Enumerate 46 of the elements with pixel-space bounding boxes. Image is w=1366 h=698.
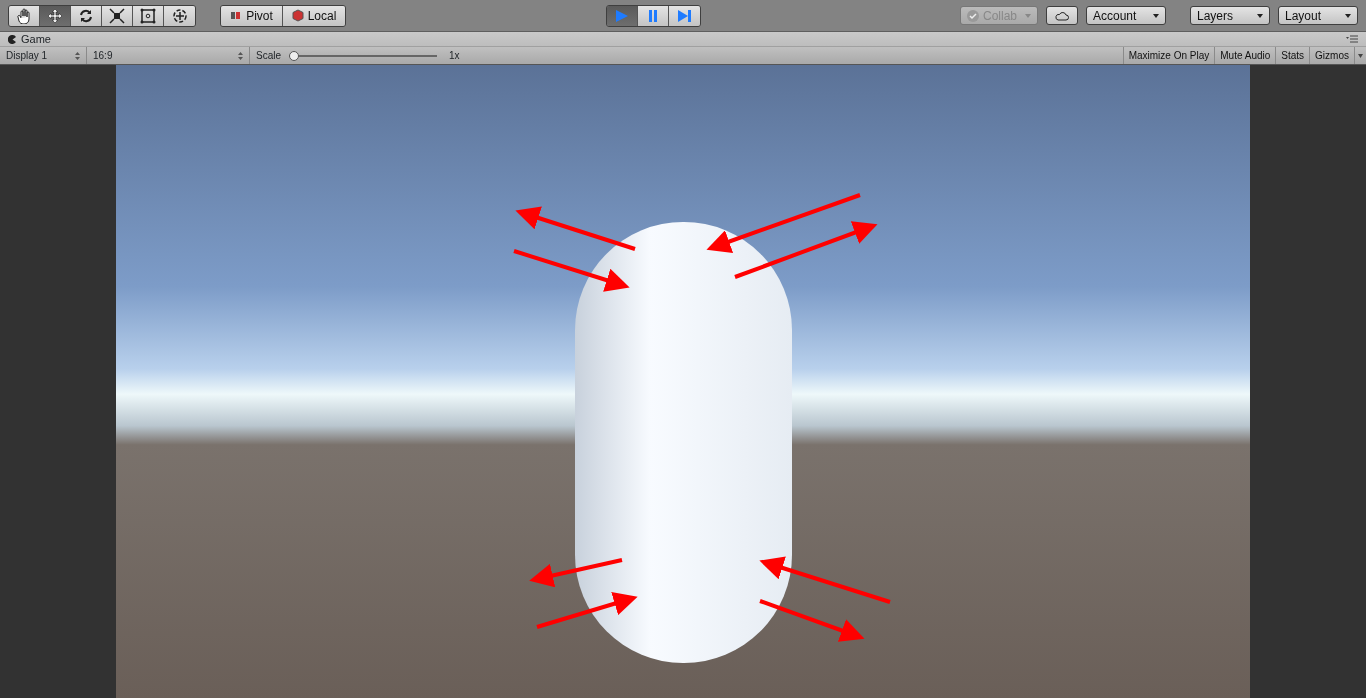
panel-menu-icon[interactable] bbox=[1346, 35, 1358, 43]
hand-icon bbox=[16, 7, 32, 24]
transform-tool-icon bbox=[171, 7, 188, 24]
scale-reading: 1x bbox=[449, 49, 460, 63]
toggle-button[interactable]: Stats bbox=[1275, 47, 1310, 64]
cube-icon bbox=[291, 9, 304, 22]
game-tab[interactable]: Game bbox=[8, 30, 51, 48]
caret-icon bbox=[1257, 13, 1263, 18]
step-icon bbox=[676, 7, 692, 24]
pacman-icon bbox=[8, 34, 17, 44]
handle-toggle-button[interactable]: Pivot bbox=[221, 5, 283, 26]
tool-button[interactable] bbox=[164, 5, 195, 26]
handle-toggle-button[interactable]: Local bbox=[283, 5, 345, 26]
check-circle-icon bbox=[967, 9, 979, 22]
layers-dropdown[interactable]: Layers bbox=[1190, 6, 1270, 25]
tool-button[interactable] bbox=[71, 5, 102, 26]
tool-button[interactable] bbox=[9, 5, 40, 26]
stepper-icon bbox=[238, 51, 243, 60]
stepper-icon bbox=[75, 51, 80, 60]
play-icon bbox=[613, 7, 630, 24]
rotate-icon bbox=[78, 7, 94, 24]
toggle-button[interactable]: Gizmos bbox=[1309, 47, 1354, 64]
cloud-button[interactable] bbox=[1046, 6, 1078, 25]
move-arrows-icon bbox=[47, 7, 63, 24]
cloud-icon bbox=[1055, 10, 1069, 21]
toggle-button[interactable]: Mute Audio bbox=[1214, 47, 1276, 64]
scale-label: Scale bbox=[256, 49, 281, 63]
playback-button[interactable] bbox=[668, 5, 700, 26]
rect-tool-icon bbox=[140, 7, 156, 24]
tool-button[interactable] bbox=[102, 5, 133, 26]
pivot-icon bbox=[230, 9, 243, 22]
caret-icon bbox=[1025, 13, 1031, 18]
scale-slider[interactable] bbox=[289, 50, 437, 61]
toggle-button[interactable]: Maximize On Play bbox=[1122, 47, 1215, 64]
playback-button[interactable] bbox=[637, 5, 669, 26]
aspect-dropdown[interactable]: 16:9 bbox=[87, 47, 250, 64]
tool-button[interactable] bbox=[40, 5, 71, 26]
display-dropdown[interactable]: Display 1 bbox=[0, 47, 87, 64]
tool-button[interactable] bbox=[133, 5, 164, 26]
scale-icon bbox=[109, 7, 125, 24]
layout-dropdown[interactable]: Layout bbox=[1278, 6, 1358, 25]
caret-icon bbox=[1345, 13, 1351, 18]
account-dropdown[interactable]: Account bbox=[1086, 6, 1166, 25]
slider-thumb[interactable] bbox=[289, 50, 299, 61]
dropdown-caret-icon[interactable] bbox=[1354, 47, 1366, 64]
caret-icon bbox=[1153, 13, 1159, 18]
